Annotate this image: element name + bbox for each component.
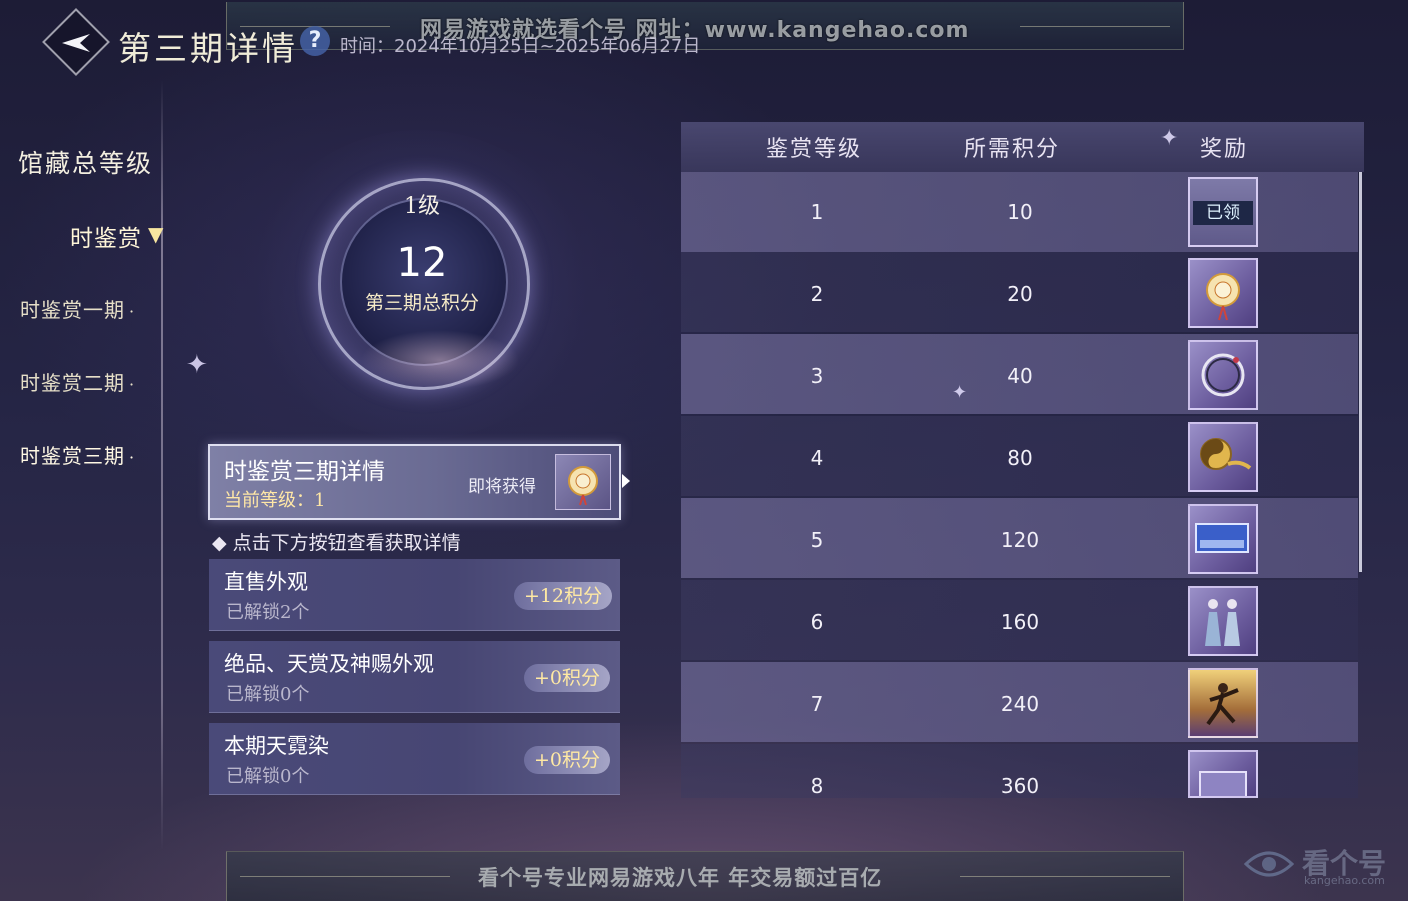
caret-right-icon	[622, 474, 630, 488]
source-name: 直售外观	[224, 570, 308, 594]
row-points: 360	[1000, 774, 1040, 798]
chevron-down-icon: ▼	[148, 222, 164, 246]
row-level: 8	[810, 774, 824, 798]
bullet-icon: ·	[129, 302, 136, 321]
nav-item-period-1[interactable]: 时鉴赏一期 ·	[20, 294, 135, 323]
banner-decoration	[1020, 26, 1170, 27]
header-required-points: 所需积分	[964, 137, 1061, 162]
header-reward: 奖励	[1200, 137, 1249, 162]
nav-divider	[161, 80, 163, 850]
bottom-banner-text: 看个号专业网易游戏八年 年交易额过百亿	[478, 866, 883, 890]
row-points: 120	[1000, 528, 1040, 552]
watermark-domain: kangehao.com	[1304, 874, 1385, 887]
banner-decoration	[240, 876, 450, 877]
total-score-label: 第三期总积分	[364, 292, 479, 314]
row-level: 1	[810, 200, 824, 224]
bullet-icon: ·	[129, 448, 136, 467]
row-level: 3	[810, 364, 824, 388]
bullet-icon: ·	[129, 375, 136, 394]
reward-claimed-badge[interactable]: 已领	[1188, 177, 1258, 247]
scroll-frame-icon[interactable]	[1188, 750, 1258, 798]
nav-time-appreciation[interactable]: 时鉴赏	[70, 219, 142, 253]
source-points-badge: +12积分	[514, 582, 613, 610]
blue-banner-icon[interactable]	[1188, 504, 1258, 574]
source-count: 已解锁0个	[226, 766, 310, 787]
row-points: 40	[1007, 364, 1033, 388]
detail-card-level: 当前等级：1	[224, 490, 326, 511]
banner-decoration	[960, 876, 1170, 877]
source-points-badge: +0积分	[524, 746, 611, 774]
period-time: 时间：2024年10月25日~2025年06月27日	[340, 36, 701, 57]
nav-item-label: 时鉴赏二期	[20, 371, 125, 395]
claimed-label: 已领	[1193, 201, 1253, 225]
detail-card-title: 时鉴赏三期详情	[224, 459, 385, 485]
source-count: 已解锁2个	[226, 602, 310, 623]
row-points: 160	[1000, 610, 1040, 634]
row-level: 6	[810, 610, 824, 634]
sparkle-icon: ✦	[952, 382, 968, 403]
row-points: 10	[1007, 200, 1033, 224]
nav-item-label: 时鉴赏三期	[20, 444, 125, 468]
watermark-eye-icon	[1243, 851, 1295, 877]
row-level: 4	[810, 446, 824, 470]
row-points: 80	[1007, 446, 1033, 470]
total-score-value: 12	[396, 240, 448, 286]
nav-item-period-2[interactable]: 时鉴赏二期 ·	[20, 367, 135, 396]
header-appreciation-level: 鉴赏等级	[766, 137, 863, 162]
row-level: 2	[810, 282, 824, 306]
source-count: 已解锁0个	[226, 684, 310, 705]
nav-collection-level[interactable]: 馆藏总等级	[18, 144, 153, 180]
source-points-badge: +0积分	[524, 664, 611, 692]
current-level-label: 1级	[404, 194, 440, 219]
ring-frame-icon[interactable]	[1188, 340, 1258, 410]
source-name: 绝品、天赏及神赐外观	[224, 652, 434, 676]
back-arrow-icon	[62, 34, 90, 52]
page-title: 第三期详情	[118, 29, 298, 68]
nav-item-period-3[interactable]: 时鉴赏三期 ·	[20, 440, 135, 469]
nav-item-label: 时鉴赏一期	[20, 298, 125, 322]
pendant-charm-icon[interactable]	[555, 454, 611, 510]
row-level: 7	[810, 692, 824, 716]
row-points: 20	[1007, 282, 1033, 306]
row-points: 240	[1000, 692, 1040, 716]
pendant-charm-icon[interactable]	[1188, 258, 1258, 328]
source-name: 本期天霓染	[224, 734, 329, 758]
martial-pose-icon[interactable]	[1188, 668, 1258, 738]
detail-card-upcoming-label: 即将获得	[468, 477, 536, 497]
progress-glow	[360, 330, 520, 390]
table-scrollbar[interactable]	[1359, 172, 1362, 572]
help-icon[interactable]: ?	[300, 26, 330, 56]
taiji-emblem-icon[interactable]	[1188, 422, 1258, 492]
sparkle-icon: ✦	[186, 350, 208, 380]
sparkle-icon: ✦	[1160, 126, 1179, 151]
hint-text: ◆ 点击下方按钮查看获取详情	[212, 532, 461, 554]
twin-figures-icon[interactable]	[1188, 586, 1258, 656]
row-level: 5	[810, 528, 824, 552]
